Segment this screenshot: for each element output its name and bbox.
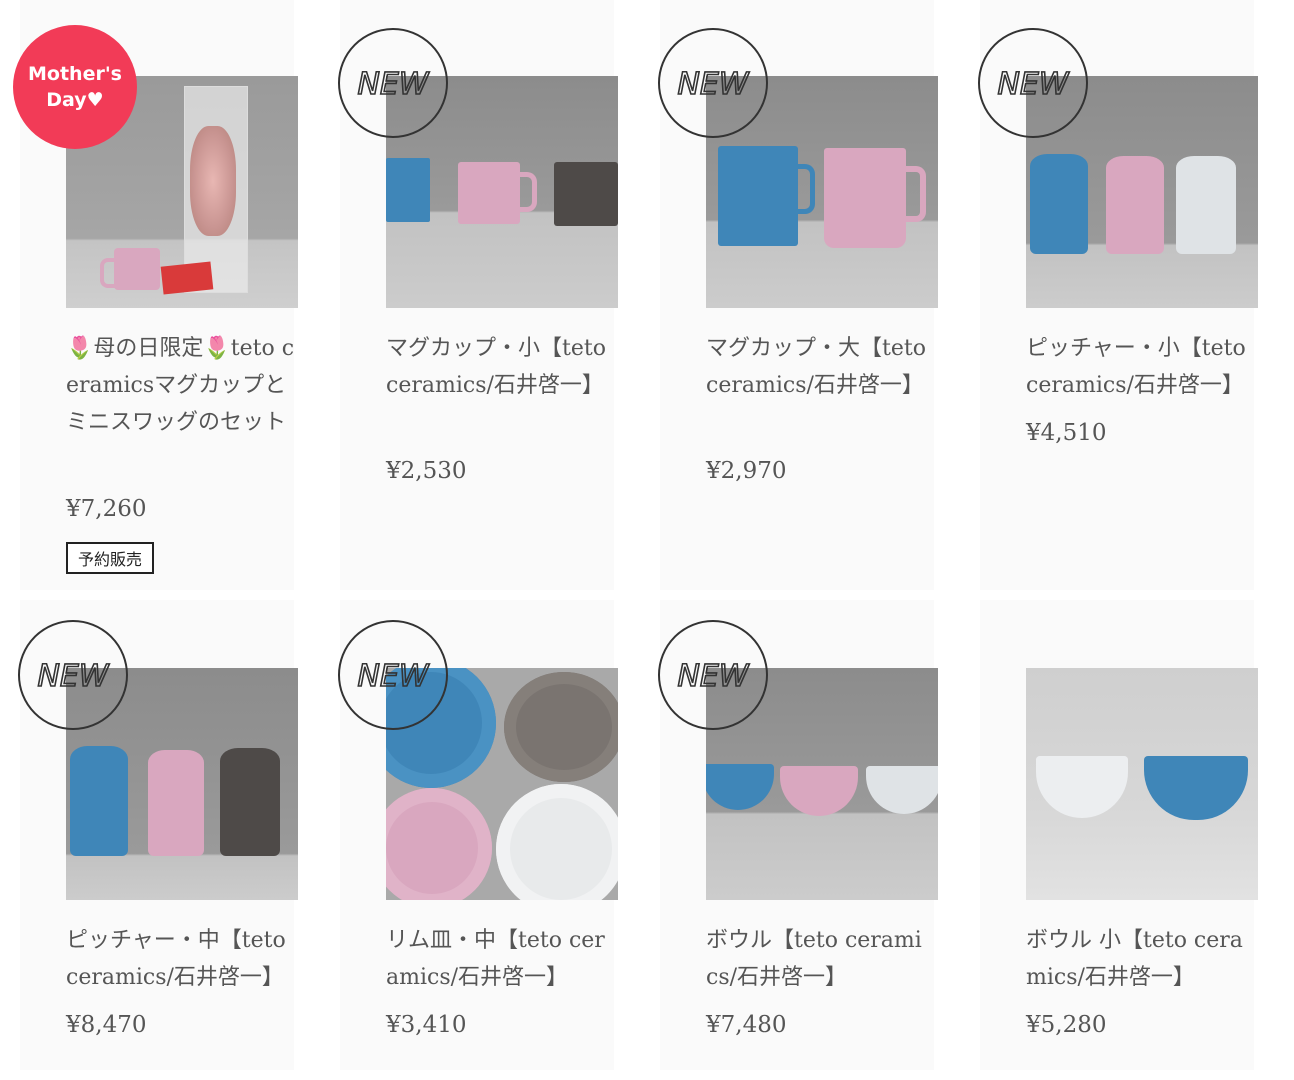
product-price: ¥8,470 (66, 1012, 147, 1038)
new-badge-text: NEW (357, 659, 429, 694)
new-badge-icon: NEW (658, 28, 768, 138)
new-badge-icon: NEW (978, 28, 1088, 138)
new-badge-text: NEW (357, 67, 429, 102)
product-title[interactable]: ピッチャー・中【teto ceramics/石井啓一】 (66, 922, 304, 996)
product-title[interactable]: ピッチャー・小【teto ceramics/石井啓一】 (1026, 330, 1264, 404)
new-badge-text: NEW (997, 67, 1069, 102)
product-price: ¥7,260 (66, 496, 147, 522)
mothers-day-line1: Mother's (28, 63, 122, 85)
mothers-day-line2: Day♥ (46, 89, 104, 111)
product-title[interactable]: 🌷母の日限定🌷teto ceramicsマグカップとミニスワッグのセット (66, 330, 298, 441)
product-price: ¥7,480 (706, 1012, 787, 1038)
new-badge-icon: NEW (18, 620, 128, 730)
product-image[interactable] (1026, 668, 1258, 900)
product-price: ¥5,280 (1026, 1012, 1107, 1038)
new-badge-icon: NEW (338, 28, 448, 138)
product-price: ¥2,970 (706, 458, 787, 484)
new-badge-icon: NEW (338, 620, 448, 730)
product-title[interactable]: マグカップ・小【teto ceramics/石井啓一】 (386, 330, 608, 404)
product-title[interactable]: リム皿・中【teto ceramics/石井啓一】 (386, 922, 612, 996)
product-title[interactable]: ボウル【teto ceramics/石井啓一】 (706, 922, 932, 996)
product-price: ¥4,510 (1026, 420, 1107, 446)
preorder-tag: 予約販売 (66, 542, 155, 574)
product-price: ¥3,410 (386, 1012, 467, 1038)
new-badge-text: NEW (677, 67, 749, 102)
new-badge-text: NEW (37, 659, 109, 694)
new-badge-text: NEW (677, 659, 749, 694)
product-price: ¥2,530 (386, 458, 467, 484)
product-title[interactable]: マグカップ・大【teto ceramics/石井啓一】 (706, 330, 928, 404)
product-title[interactable]: ボウル 小【teto ceramics/石井啓一】 (1026, 922, 1252, 996)
new-badge-icon: NEW (658, 620, 768, 730)
mothers-day-badge: Mother's Day♥ (13, 25, 137, 149)
